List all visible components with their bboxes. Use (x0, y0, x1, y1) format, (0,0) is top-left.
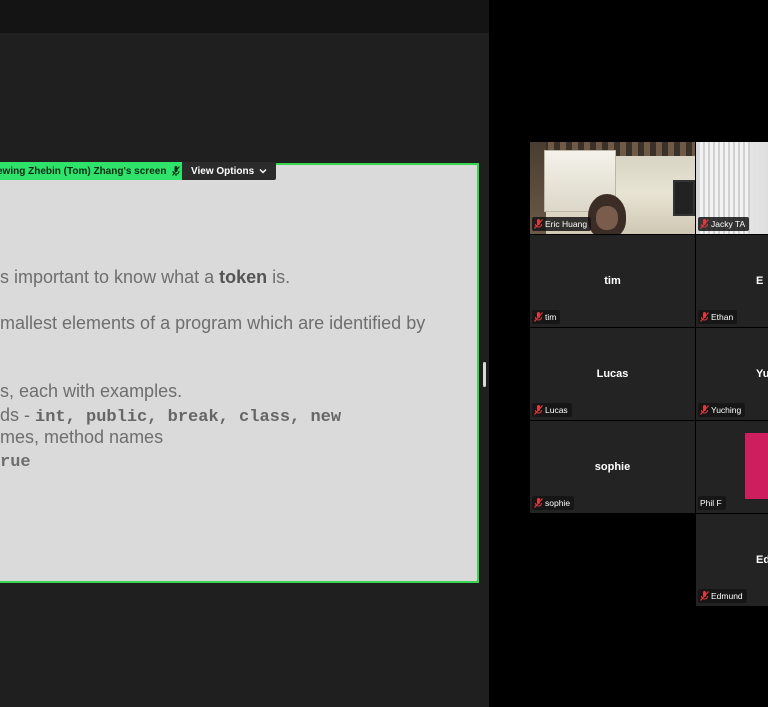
participant-tile-sophie[interactable]: sophie sophie (530, 421, 695, 513)
participant-name: Yu (756, 368, 768, 380)
muted-mic-icon (700, 405, 709, 415)
mic-icon (172, 166, 181, 176)
participant-tile-tim[interactable]: tim tim (530, 235, 695, 327)
slide-line-4: ds - int, public, break, class, new (0, 405, 342, 427)
participant-tile-yuching[interactable]: Yu Yuching (696, 328, 768, 420)
name-tag: Yuching (698, 403, 746, 417)
name-tag: Lucas (532, 403, 572, 417)
participant-name: Ed (756, 554, 768, 566)
name-tag: Jacky TA (698, 217, 750, 231)
muted-mic-icon (534, 312, 543, 322)
share-status-label: ewing Zhebin (Tom) Zhang's screen (0, 162, 182, 180)
name-tag: Edmund (698, 589, 747, 603)
slide-line-5: mes, method names (0, 427, 164, 447)
slide-line-3: s, each with examples. (0, 381, 183, 401)
name-tag: Ethan (698, 310, 738, 324)
participant-tile-eric[interactable]: Eric Huang (530, 142, 695, 234)
name-tag: sophie (532, 496, 575, 510)
muted-mic-icon (534, 405, 543, 415)
participant-name: sophie (594, 461, 631, 473)
name-tag: Phil F (698, 496, 726, 510)
chevron-down-icon (259, 167, 267, 175)
view-options-button[interactable]: View Options (182, 162, 277, 180)
top-toolbar-strip (0, 0, 489, 33)
slide-line-2: mallest elements of a program which are … (0, 313, 426, 333)
participant-avatar (745, 433, 768, 499)
screen-share-bar: ewing Zhebin (Tom) Zhang's screen View O… (0, 162, 277, 180)
photo-frame (673, 180, 695, 216)
participant-tile-edmund[interactable]: Ed Edmund (696, 514, 768, 606)
muted-mic-icon (534, 219, 543, 229)
participant-name: Lucas (596, 368, 629, 380)
participant-tile-lucas[interactable]: Lucas Lucas (530, 328, 695, 420)
participant-name: E (756, 275, 764, 287)
slide-line-1: s important to know what a token is. (0, 267, 291, 287)
pane-resize-handle[interactable] (483, 362, 486, 387)
participant-tile-ethan[interactable]: E Ethan (696, 235, 768, 327)
muted-mic-icon (700, 219, 709, 229)
muted-mic-icon (700, 591, 709, 601)
shared-screen-pane: s important to know what a token is. mal… (0, 0, 489, 707)
muted-mic-icon (700, 312, 709, 322)
slide-line-6: rue (0, 453, 31, 472)
name-tag: tim (532, 310, 561, 324)
muted-mic-icon (534, 498, 543, 508)
gallery-pane: Eric Huang Jacky TA tim tim E Ethan Luca… (489, 0, 768, 707)
participant-name: tim (604, 275, 621, 287)
shared-slide: s important to know what a token is. mal… (0, 163, 479, 583)
participant-tile-jacky[interactable]: Jacky TA (696, 142, 768, 234)
name-tag: Eric Huang (532, 217, 592, 231)
